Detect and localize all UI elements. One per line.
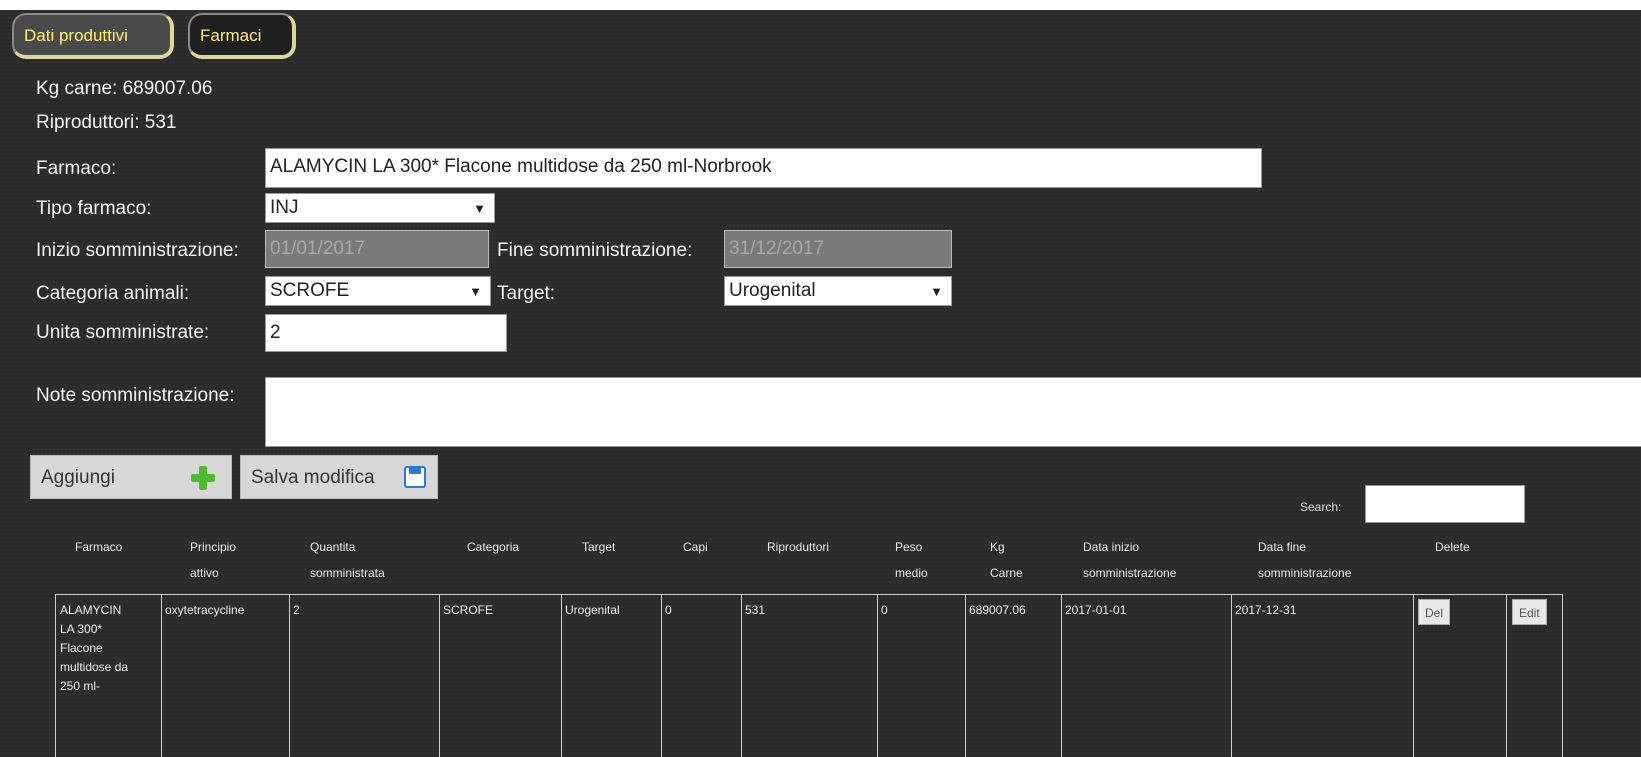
riproduttori-summary: Riproduttori: 531 [36,112,177,133]
cell-peso: 0 [881,603,888,617]
chevron-down-icon: ▼ [469,284,482,299]
column-divider [741,595,742,757]
col-header-kg[interactable]: Kg Carne [990,534,1023,586]
column-divider [877,595,878,757]
search-input[interactable] [1365,485,1525,523]
column-divider [1506,595,1507,757]
col-header-data-inizio[interactable]: Data inizio somministrazione [1083,534,1176,586]
delete-button[interactable]: Del [1418,599,1451,625]
target-value: Urogenital [729,280,816,301]
col-header-target[interactable]: Target [582,534,615,560]
column-divider [1231,595,1232,757]
cell-quantita: 2 [293,603,300,617]
table-row: ALAMYCIN LA 300* Flacone multidose da 25… [55,594,1563,757]
tab-farmaci[interactable]: Farmaci [188,13,296,59]
categoria-animali-label: Categoria animali: [36,283,190,304]
inizio-somministrazione-input[interactable]: 01/01/2017 [265,230,489,268]
save-icon [404,466,426,488]
aggiungi-button[interactable]: Aggiungi [30,455,232,499]
column-divider [1061,595,1062,757]
cell-data-inizio: 2017-01-01 [1065,603,1127,617]
salva-modifica-label: Salva modifica [251,467,375,488]
column-divider [439,595,440,757]
cell-farmaco: ALAMYCIN LA 300* Flacone multidose da 25… [60,603,129,693]
col-header-farmaco[interactable]: Farmaco [75,534,122,560]
tab-dati-produttivi[interactable]: Dati produttivi [12,13,174,59]
cell-capi: 0 [665,603,672,617]
edit-button[interactable]: Edit [1512,599,1547,625]
column-divider [965,595,966,757]
kg-carne-summary: Kg carne: 689007.06 [36,78,213,99]
cell-principio: oxytetracycline [165,603,245,617]
col-header-categoria[interactable]: Categoria [467,534,519,560]
col-header-capi[interactable]: Capi [683,534,708,560]
fine-somministrazione-label: Fine somministrazione: [497,240,693,261]
cell-target: Urogenital [565,603,620,617]
column-divider [161,595,162,757]
farmaco-input[interactable]: ALAMYCIN LA 300* Flacone multidose da 25… [265,148,1262,188]
unita-somministrate-label: Unita somministrate: [36,322,210,343]
fine-somministrazione-input[interactable]: 31/12/2017 [724,230,952,268]
note-somministrazione-label: Note somministrazione: [36,385,235,406]
chevron-down-icon: ▼ [930,284,943,299]
col-header-quantita[interactable]: Quantita somministrata [310,534,385,586]
cell-kg: 689007.06 [969,603,1026,617]
column-divider [561,595,562,757]
search-label: Search: [1300,500,1342,514]
plus-icon [191,466,215,490]
column-divider [661,595,662,757]
column-divider [289,595,290,757]
col-header-data-fine[interactable]: Data fine somministrazione [1258,534,1351,586]
top-white-band [0,0,1641,10]
aggiungi-label: Aggiungi [41,467,115,488]
inizio-somministrazione-label: Inizio somministrazione: [36,240,239,261]
categoria-animali-select[interactable]: SCROFE ▼ [265,276,491,306]
col-header-peso[interactable]: Peso medio [895,534,928,586]
salva-modifica-button[interactable]: Salva modifica [240,455,438,499]
farmaco-label: Farmaco: [36,158,117,179]
target-label: Target: [497,283,556,304]
column-divider [1413,595,1414,757]
tipo-farmaco-select[interactable]: INJ ▼ [265,193,495,223]
col-header-principio[interactable]: Principio attivo [190,534,236,586]
col-header-delete[interactable]: Delete [1435,534,1470,560]
tipo-farmaco-label: Tipo farmaco: [36,198,152,219]
chevron-down-icon: ▼ [473,201,486,216]
note-somministrazione-textarea[interactable] [265,377,1641,447]
cell-riproduttori: 531 [745,603,766,617]
unita-somministrate-input[interactable]: 2 [265,314,507,352]
col-header-riproduttori[interactable]: Riproduttori [767,534,829,560]
categoria-animali-value: SCROFE [270,280,350,301]
cell-categoria: SCROFE [443,603,494,617]
cell-data-fine: 2017-12-31 [1235,603,1297,617]
tipo-farmaco-value: INJ [270,197,299,218]
target-select[interactable]: Urogenital ▼ [724,276,952,306]
